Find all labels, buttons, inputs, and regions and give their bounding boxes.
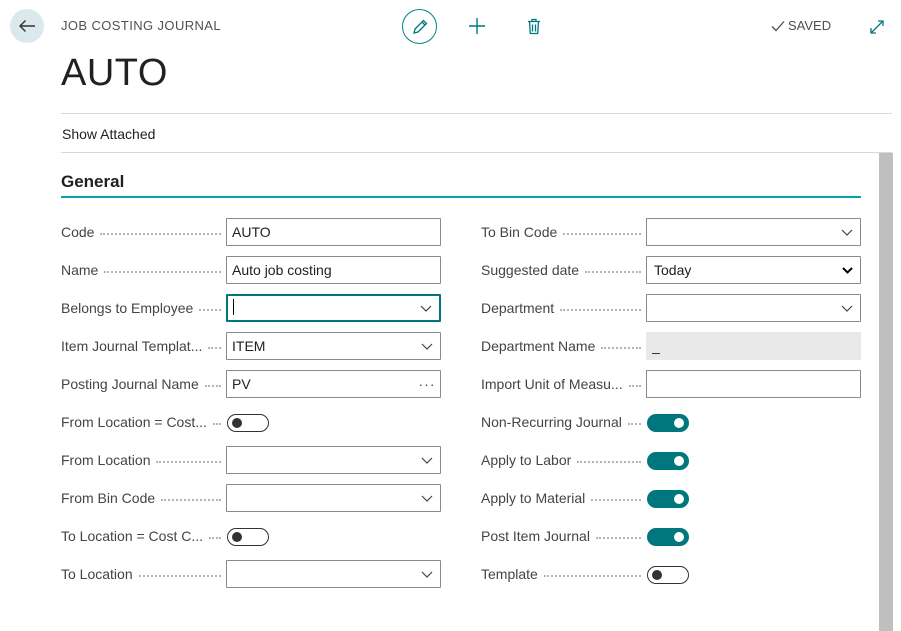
edit-button[interactable] [402, 9, 437, 44]
field-label: Posting Journal Name [61, 370, 221, 398]
to-location-cost-toggle[interactable] [227, 528, 269, 546]
field-label: Belongs to Employee [61, 294, 221, 322]
show-attached-action[interactable]: Show Attached [62, 126, 155, 142]
field-suggested-date: Suggested date Today [481, 256, 861, 284]
template-toggle[interactable] [647, 566, 689, 584]
field-from-location: From Location [61, 446, 441, 474]
from-location-dropdown[interactable] [226, 446, 441, 474]
field-department-name: Department Name _ [481, 332, 861, 360]
field-code: Code AUTO [61, 218, 441, 246]
posting-journal-name-input[interactable]: PV ··· [226, 370, 441, 398]
field-label: From Bin Code [61, 484, 221, 512]
item-journal-template-dropdown[interactable]: ITEM [226, 332, 441, 360]
chevron-down-icon[interactable] [414, 485, 440, 511]
suggested-date-select[interactable]: Today [646, 256, 861, 284]
back-button[interactable] [10, 9, 44, 43]
post-item-journal-toggle[interactable] [647, 528, 689, 546]
chevron-down-icon[interactable] [834, 257, 860, 283]
field-label: Apply to Labor [481, 446, 641, 474]
field-from-location-cost: From Location = Cost... [61, 408, 441, 436]
apply-to-material-toggle[interactable] [647, 490, 689, 508]
plus-icon [469, 18, 485, 34]
saved-label: SAVED [788, 18, 832, 33]
field-label: To Location = Cost C... [61, 522, 221, 550]
field-non-recurring-journal: Non-Recurring Journal [481, 408, 861, 436]
field-label: Department Name [481, 332, 641, 360]
chevron-down-icon[interactable] [834, 295, 860, 321]
delete-button[interactable] [524, 15, 544, 37]
trash-icon [528, 18, 540, 34]
field-to-location: To Location [61, 560, 441, 588]
field-label: From Location [61, 446, 221, 474]
department-name-value: _ [646, 332, 861, 360]
non-recurring-journal-toggle[interactable] [647, 414, 689, 432]
text-cursor [233, 298, 234, 315]
chevron-down-icon[interactable] [414, 333, 440, 359]
to-location-dropdown[interactable] [226, 560, 441, 588]
field-import-unit-of-measure: Import Unit of Measu... [481, 370, 861, 398]
from-bin-code-dropdown[interactable] [226, 484, 441, 512]
chevron-down-icon[interactable] [414, 561, 440, 587]
expand-icon [870, 20, 884, 34]
group-underline [61, 196, 861, 198]
field-label: Import Unit of Measu... [481, 370, 641, 398]
field-to-bin-code: To Bin Code [481, 218, 861, 246]
field-to-location-cost: To Location = Cost C... [61, 522, 441, 550]
belongs-to-employee-dropdown[interactable] [226, 294, 441, 322]
divider [61, 152, 892, 153]
apply-to-labor-toggle[interactable] [647, 452, 689, 470]
field-post-item-journal: Post Item Journal [481, 522, 861, 550]
arrow-left-icon [19, 20, 35, 32]
field-label: Department [481, 294, 641, 322]
group-title-general[interactable]: General [61, 172, 124, 192]
scrollbar[interactable] [879, 153, 893, 631]
field-name: Name Auto job costing [61, 256, 441, 284]
field-label: Template [481, 560, 641, 588]
page-caption: JOB COSTING JOURNAL [61, 18, 222, 33]
field-item-journal-template: Item Journal Templat... ITEM [61, 332, 441, 360]
saved-status: SAVED [771, 18, 831, 33]
field-label: Code [61, 218, 221, 246]
chevron-down-icon[interactable] [834, 219, 860, 245]
name-input[interactable]: Auto job costing [226, 256, 441, 284]
divider [61, 113, 892, 114]
field-apply-to-labor: Apply to Labor [481, 446, 861, 474]
field-label: To Location [61, 560, 221, 588]
code-input[interactable]: AUTO [226, 218, 441, 246]
chevron-down-icon[interactable] [413, 296, 439, 320]
field-label: Non-Recurring Journal [481, 408, 641, 436]
field-posting-journal-name: Posting Journal Name PV ··· [61, 370, 441, 398]
field-label: Item Journal Templat... [61, 332, 221, 360]
check-icon [771, 20, 785, 31]
field-template: Template [481, 560, 861, 588]
field-belongs-to-employee: Belongs to Employee [61, 294, 441, 322]
field-apply-to-material: Apply to Material [481, 484, 861, 512]
field-label: Post Item Journal [481, 522, 641, 550]
field-from-bin-code: From Bin Code [61, 484, 441, 512]
chevron-down-icon[interactable] [414, 447, 440, 473]
page-title: AUTO [61, 52, 168, 94]
field-label: Name [61, 256, 221, 284]
expand-button[interactable] [867, 17, 887, 37]
pencil-icon [412, 19, 427, 34]
to-bin-code-dropdown[interactable] [646, 218, 861, 246]
field-label: Suggested date [481, 256, 641, 284]
import-unit-of-measure-input[interactable] [646, 370, 861, 398]
ellipsis-icon[interactable]: ··· [414, 376, 440, 392]
department-dropdown[interactable] [646, 294, 861, 322]
field-department: Department [481, 294, 861, 322]
field-label: From Location = Cost... [61, 408, 221, 436]
field-label: To Bin Code [481, 218, 641, 246]
field-label: Apply to Material [481, 484, 641, 512]
from-location-cost-toggle[interactable] [227, 414, 269, 432]
new-button[interactable] [466, 15, 488, 37]
